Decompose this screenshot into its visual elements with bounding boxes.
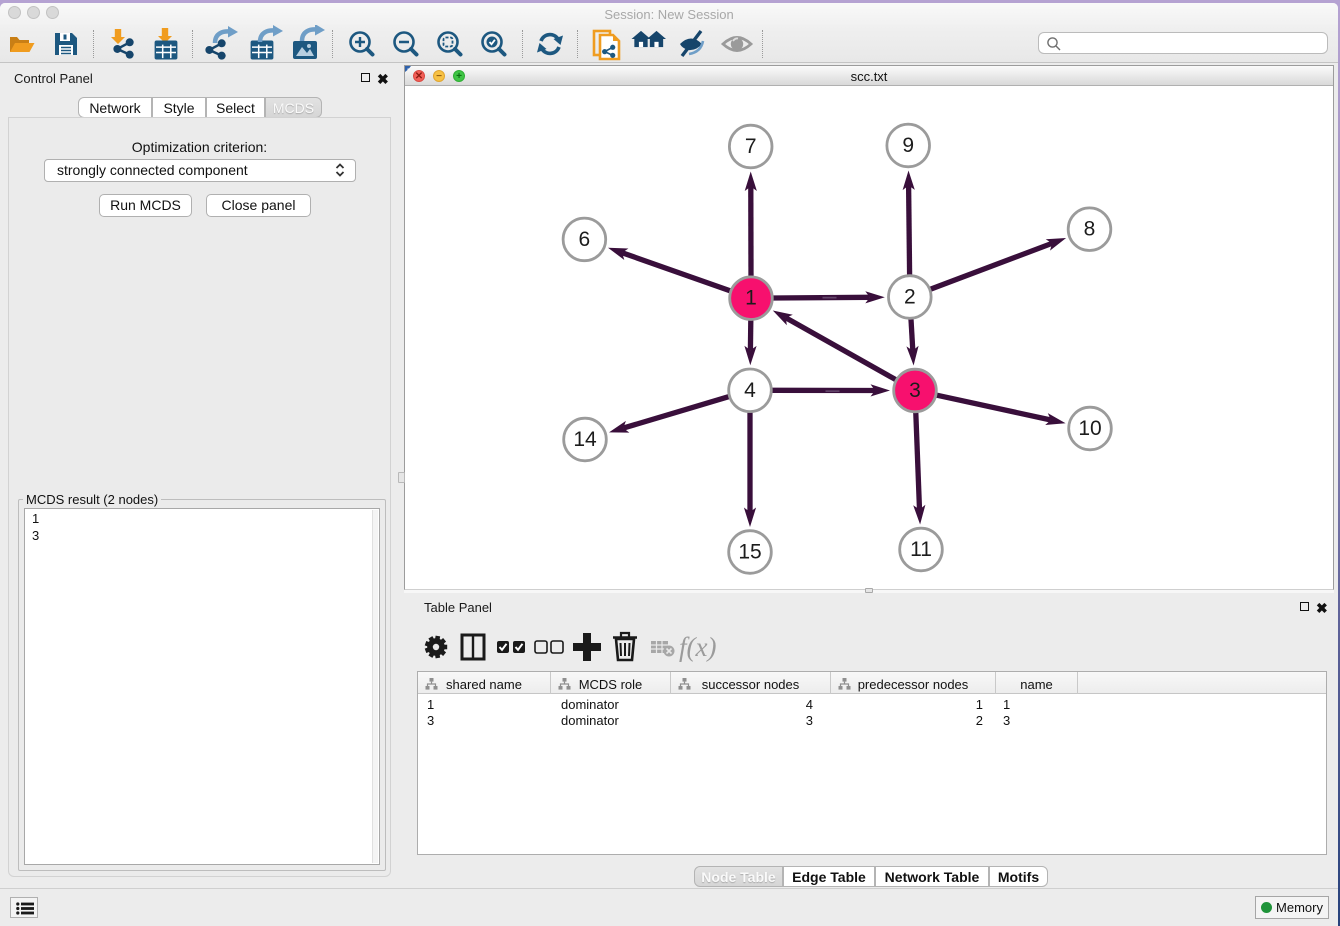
svg-text:8: 8	[1084, 218, 1096, 241]
svg-text:f(x): f(x)	[679, 632, 716, 662]
svg-text:14: 14	[573, 428, 597, 451]
svg-text:3: 3	[909, 379, 921, 402]
svg-text:15: 15	[738, 541, 761, 564]
svg-text:1: 1	[745, 287, 757, 310]
svg-text:4: 4	[744, 379, 756, 402]
svg-text:11: 11	[910, 538, 932, 561]
svg-text:6: 6	[579, 228, 591, 251]
svg-text:2: 2	[904, 286, 916, 309]
svg-text:10: 10	[1078, 417, 1101, 440]
svg-text:9: 9	[902, 134, 914, 157]
svg-text:7: 7	[745, 135, 757, 158]
